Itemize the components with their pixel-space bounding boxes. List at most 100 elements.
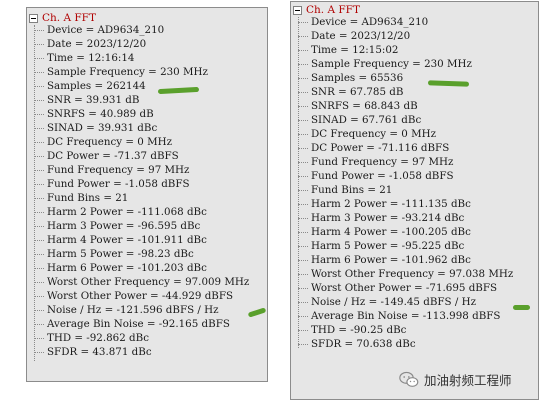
tree-header[interactable]: Ch. A FFT — [293, 3, 360, 17]
tree-item-label: DC Power = -71.116 dBFS — [311, 142, 450, 154]
screenshot-stage: Ch. A FFT Device = AD9634_210 Date = 202… — [0, 0, 539, 403]
fft-panel-right: Ch. A FFT Device = AD9634_210 Date = 202… — [290, 1, 539, 400]
tree-item-label: DC Frequency = 0 MHz — [311, 128, 437, 140]
tree-item-dc-frequency[interactable]: DC Frequency = 0 MHz — [34, 136, 172, 150]
highlight-mark-samples — [157, 86, 200, 95]
tree-item-label: SFDR = 43.871 dBc — [47, 346, 152, 358]
tree-item-dc-frequency[interactable]: DC Frequency = 0 MHz — [298, 128, 436, 142]
watermark: 加油射频工程师 — [399, 369, 512, 389]
tree-item-label: Noise / Hz = -149.45 dBFS / Hz — [311, 296, 477, 308]
collapse-icon[interactable] — [29, 13, 38, 23]
tree-item-label: Harm 6 Power = -101.203 dBc — [47, 262, 207, 274]
tree-item-sinad[interactable]: SINAD = 67.761 dBc — [298, 114, 421, 128]
tree-item-label: Harm 2 Power = -111.135 dBc — [311, 198, 471, 210]
tree-item-harm-3-power[interactable]: Harm 3 Power = -93.214 dBc — [298, 212, 464, 226]
tree-item-worst-other-power[interactable]: Worst Other Power = -71.695 dBFS — [298, 282, 497, 296]
tree-item-label: Worst Other Power = -44.929 dBFS — [47, 290, 234, 302]
tree-item-sinad[interactable]: SINAD = 39.931 dBc — [34, 122, 157, 136]
tree-item-time[interactable]: Time = 12:15:02 — [298, 44, 398, 58]
tree-item-label: Harm 5 Power = -98.23 dBc — [47, 248, 194, 260]
tree-item-harm-6-power[interactable]: Harm 6 Power = -101.962 dBc — [298, 254, 471, 268]
tree-item-label: Time = 12:15:02 — [311, 44, 399, 56]
tree-item-samples[interactable]: Samples = 65536 — [298, 72, 403, 86]
tree-item-harm-2-power[interactable]: Harm 2 Power = -111.135 dBc — [298, 198, 471, 212]
tree-item-label: Harm 6 Power = -101.962 dBc — [311, 254, 471, 266]
wechat-icon — [399, 371, 419, 387]
tree-item-harm-5-power[interactable]: Harm 5 Power = -98.23 dBc — [34, 248, 194, 262]
tree-item-fund-power[interactable]: Fund Power = -1.058 dBFS — [34, 178, 190, 192]
tree-item-harm-5-power[interactable]: Harm 5 Power = -95.225 dBc — [298, 240, 464, 254]
tree-item-label: Fund Frequency = 97 MHz — [47, 164, 190, 176]
tree-item-label: Harm 3 Power = -93.214 dBc — [311, 212, 465, 224]
tree-header[interactable]: Ch. A FFT — [29, 11, 96, 25]
tree-item-worst-other-frequency[interactable]: Worst Other Frequency = 97.009 MHz — [34, 276, 249, 290]
tree-item-dc-power[interactable]: DC Power = -71.116 dBFS — [298, 142, 449, 156]
tree-item-time[interactable]: Time = 12:16:14 — [34, 52, 134, 66]
tree-item-label: Sample Frequency = 230 MHz — [311, 58, 472, 70]
tree-item-snrfs[interactable]: SNRFS = 40.989 dB — [34, 108, 154, 122]
highlight-mark-samples — [427, 80, 470, 87]
highlight-mark-noise — [513, 305, 530, 310]
tree-item-label: Worst Other Power = -71.695 dBFS — [311, 282, 498, 294]
tree-item-harm-2-power[interactable]: Harm 2 Power = -111.068 dBc — [34, 206, 207, 220]
tree-item-sfdr[interactable]: SFDR = 70.638 dBc — [298, 338, 416, 352]
tree-item-label: DC Power = -71.37 dBFS — [47, 150, 179, 162]
tree-item-harm-4-power[interactable]: Harm 4 Power = -101.911 dBc — [34, 234, 207, 248]
tree-item-label: Fund Power = -1.058 dBFS — [47, 178, 190, 190]
tree-item-sample-frequency[interactable]: Sample Frequency = 230 MHz — [298, 58, 472, 72]
tree-item-fund-bins[interactable]: Fund Bins = 21 — [34, 192, 128, 206]
tree-item-label: Worst Other Frequency = 97.009 MHz — [47, 276, 250, 288]
tree-item-label: DC Frequency = 0 MHz — [47, 136, 173, 148]
tree-item-thd[interactable]: THD = -90.25 dBc — [298, 324, 406, 338]
tree-item-worst-other-frequency[interactable]: Worst Other Frequency = 97.038 MHz — [298, 268, 513, 282]
tree-item-label: Harm 2 Power = -111.068 dBc — [47, 206, 207, 218]
tree-item-harm-4-power[interactable]: Harm 4 Power = -100.205 dBc — [298, 226, 471, 240]
tree-item-device[interactable]: Device = AD9634_210 — [34, 24, 164, 38]
tree-item-label: Harm 5 Power = -95.225 dBc — [311, 240, 465, 252]
tree-item-date[interactable]: Date = 2023/12/20 — [298, 30, 410, 44]
tree-item-label: Samples = 65536 — [311, 72, 404, 84]
tree-item-label: Harm 3 Power = -96.595 dBc — [47, 220, 201, 232]
collapse-icon[interactable] — [293, 5, 302, 15]
tree-item-label: SINAD = 39.931 dBc — [47, 122, 158, 134]
tree-item-label: Sample Frequency = 230 MHz — [47, 66, 208, 78]
tree-item-noise-per-hz[interactable]: Noise / Hz = -121.596 dBFS / Hz — [34, 304, 219, 318]
tree-item-fund-power[interactable]: Fund Power = -1.058 dBFS — [298, 170, 454, 184]
tree-item-label: Harm 4 Power = -101.911 dBc — [47, 234, 207, 246]
tree-item-worst-other-power[interactable]: Worst Other Power = -44.929 dBFS — [34, 290, 233, 304]
tree-header-label: Ch. A FFT — [306, 4, 360, 16]
tree-item-fund-frequency[interactable]: Fund Frequency = 97 MHz — [298, 156, 453, 170]
tree-item-sfdr[interactable]: SFDR = 43.871 dBc — [34, 346, 152, 360]
tree-item-label: Fund Frequency = 97 MHz — [311, 156, 454, 168]
highlight-mark-noise — [247, 307, 267, 318]
tree-item-label: Harm 4 Power = -100.205 dBc — [311, 226, 471, 238]
tree-item-samples[interactable]: Samples = 262144 — [34, 80, 146, 94]
tree-item-label: SNR = 67.785 dB — [311, 86, 404, 98]
tree-item-label: SNR = 39.931 dB — [47, 94, 140, 106]
tree-item-harm-6-power[interactable]: Harm 6 Power = -101.203 dBc — [34, 262, 207, 276]
tree-item-label: Samples = 262144 — [47, 80, 146, 92]
tree-item-average-bin-noise[interactable]: Average Bin Noise = -92.165 dBFS — [34, 318, 230, 332]
tree-item-noise-per-hz[interactable]: Noise / Hz = -149.45 dBFS / Hz — [298, 296, 476, 310]
tree-item-dc-power[interactable]: DC Power = -71.37 dBFS — [34, 150, 179, 164]
tree-item-snrfs[interactable]: SNRFS = 68.843 dB — [298, 100, 418, 114]
fft-panel-left: Ch. A FFT Device = AD9634_210 Date = 202… — [26, 7, 268, 382]
tree-item-fund-frequency[interactable]: Fund Frequency = 97 MHz — [34, 164, 189, 178]
tree-item-sample-frequency[interactable]: Sample Frequency = 230 MHz — [34, 66, 208, 80]
tree-item-fund-bins[interactable]: Fund Bins = 21 — [298, 184, 392, 198]
watermark-text: 加油射频工程师 — [424, 372, 512, 388]
tree-item-label: SFDR = 70.638 dBc — [311, 338, 416, 350]
tree-item-harm-3-power[interactable]: Harm 3 Power = -96.595 dBc — [34, 220, 200, 234]
tree-item-label: Device = AD9634_210 — [47, 24, 165, 36]
tree-item-average-bin-noise[interactable]: Average Bin Noise = -113.998 dBFS — [298, 310, 500, 324]
tree-item-label: Fund Power = -1.058 dBFS — [311, 170, 454, 182]
tree-item-label: Date = 2023/12/20 — [311, 30, 411, 42]
tree-item-thd[interactable]: THD = -92.862 dBc — [34, 332, 149, 346]
tree-item-label: SNRFS = 40.989 dB — [47, 108, 154, 120]
tree-item-date[interactable]: Date = 2023/12/20 — [34, 38, 146, 52]
tree-item-device[interactable]: Device = AD9634_210 — [298, 16, 428, 30]
tree-item-snr[interactable]: SNR = 39.931 dB — [34, 94, 139, 108]
tree-item-label: THD = -90.25 dBc — [311, 324, 407, 336]
tree-item-label: SNRFS = 68.843 dB — [311, 100, 418, 112]
tree-item-snr[interactable]: SNR = 67.785 dB — [298, 86, 403, 100]
